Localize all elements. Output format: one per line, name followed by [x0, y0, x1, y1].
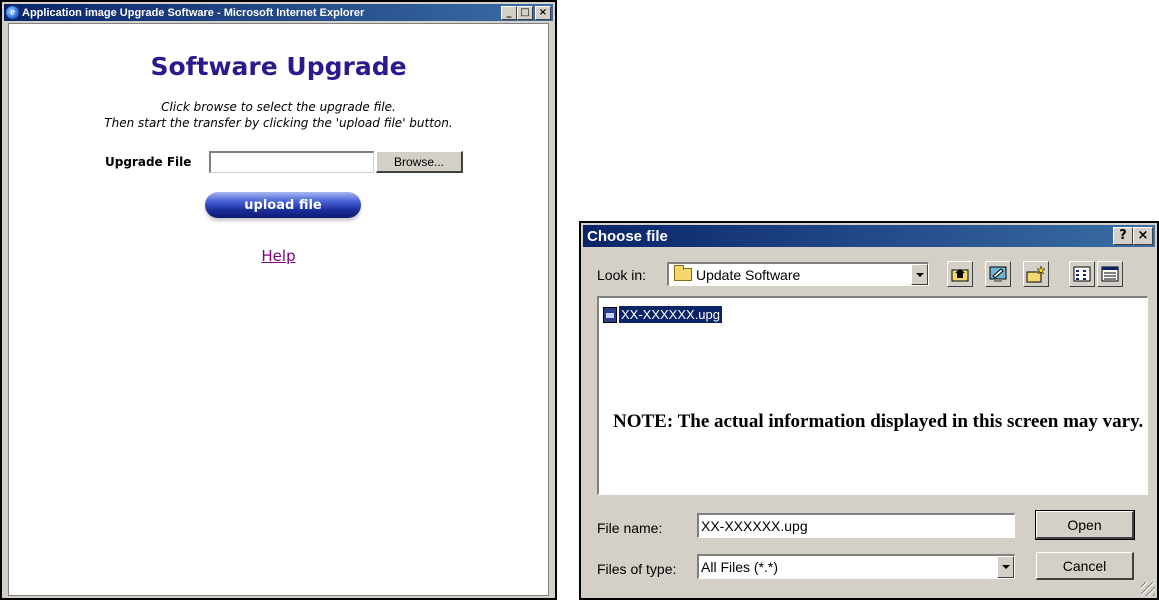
upgrade-file-input[interactable]	[209, 151, 374, 173]
choose-file-dialog: Choose file ? × Look in: Update Software	[579, 221, 1159, 600]
dialog-help-button[interactable]: ?	[1113, 227, 1133, 245]
minimize-button[interactable]: _	[501, 5, 517, 20]
close-button[interactable]: ×	[535, 5, 551, 20]
file-name-input[interactable]: XX-XXXXXX.upg	[697, 513, 1015, 538]
details-view-icon	[1101, 266, 1119, 282]
ie-window: e Application image Upgrade Software - M…	[0, 0, 557, 600]
maximize-button[interactable]: □	[517, 5, 533, 20]
look-in-value: Update Software	[696, 266, 801, 283]
look-in-label: Look in:	[597, 267, 647, 283]
dialog-close-button[interactable]: ×	[1133, 227, 1153, 245]
files-of-type-label: Files of type:	[597, 561, 677, 577]
upg-file-icon	[603, 306, 617, 323]
note-text: NOTE: The actual information displayed i…	[613, 411, 1144, 432]
upload-file-button[interactable]: upload file	[205, 192, 361, 218]
upgrade-file-label: Upgrade File	[105, 155, 192, 169]
up-one-level-icon	[951, 269, 969, 282]
browse-button[interactable]: Browse...	[376, 151, 463, 173]
file-list[interactable]: XX-XXXXXX.upg NOTE: The actual informati…	[597, 296, 1148, 495]
chevron-down-icon[interactable]	[911, 264, 928, 285]
look-in-dropdown[interactable]: Update Software	[667, 262, 929, 286]
files-of-type-dropdown[interactable]: All Files (*.*)	[697, 554, 1015, 579]
files-of-type-value: All Files (*.*)	[701, 559, 779, 575]
resize-grip[interactable]	[1141, 582, 1155, 596]
help-link[interactable]: Help	[9, 247, 548, 265]
file-name-label: File name:	[597, 520, 663, 536]
desktop-button[interactable]	[985, 261, 1011, 287]
cancel-button[interactable]: Cancel	[1036, 552, 1134, 580]
dialog-title: Choose file	[587, 227, 668, 245]
list-item[interactable]: XX-XXXXXX.upg	[603, 305, 723, 324]
page-content: Software Upgrade Click browse to select …	[8, 23, 549, 596]
open-button[interactable]: Open	[1035, 510, 1135, 540]
internet-explorer-icon: e	[6, 6, 19, 19]
instruction-text-2: Then start the transfer by clicking the …	[104, 116, 453, 130]
page-title: Software Upgrade	[150, 52, 407, 81]
ie-titlebar: e Application image Upgrade Software - M…	[4, 4, 553, 21]
list-view-button[interactable]	[1069, 261, 1095, 287]
desktop-icon	[989, 266, 1007, 282]
folder-icon	[674, 265, 692, 281]
chevron-down-icon[interactable]	[997, 556, 1014, 578]
instruction-text-1: Click browse to select the upgrade file.	[161, 100, 396, 114]
ie-window-title: Application image Upgrade Software - Mic…	[22, 6, 365, 19]
new-folder-button[interactable]	[1023, 261, 1049, 287]
details-view-button[interactable]	[1097, 261, 1123, 287]
file-name: XX-XXXXXX.upg	[618, 305, 723, 324]
dialog-titlebar: Choose file ? ×	[583, 225, 1155, 247]
up-one-level-button[interactable]	[947, 261, 973, 287]
list-view-icon	[1073, 266, 1091, 282]
new-folder-icon	[1026, 265, 1046, 283]
